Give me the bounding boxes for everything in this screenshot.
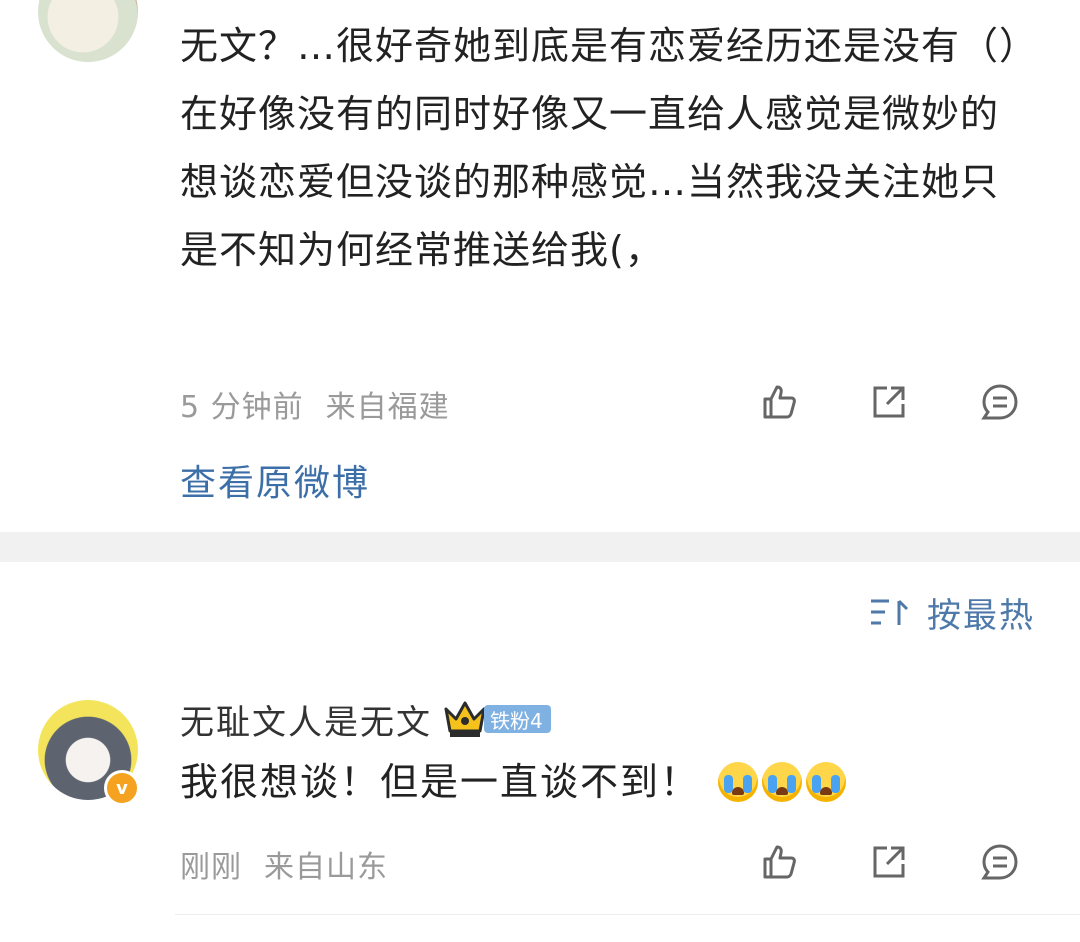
comment-body: 我很想谈！但是一直谈不到！ bbox=[180, 752, 847, 812]
comment-header: 无耻文人是无文 铁粉4 bbox=[180, 695, 551, 744]
comment-icon bbox=[981, 384, 1018, 420]
poster-avatar[interactable] bbox=[38, 0, 138, 62]
like-icon bbox=[763, 845, 796, 879]
verified-badge-icon: v bbox=[104, 770, 140, 806]
crown-icon bbox=[442, 699, 488, 739]
sort-icon bbox=[869, 597, 909, 627]
like-button[interactable] bbox=[757, 380, 801, 424]
crying-emoji-icon bbox=[806, 762, 847, 802]
comment-icon bbox=[981, 844, 1018, 880]
share-button[interactable] bbox=[867, 380, 911, 424]
comment-separator bbox=[175, 914, 1080, 915]
view-original-link[interactable]: 查看原微博 bbox=[180, 454, 370, 506]
sort-label: 按最热 bbox=[927, 595, 1035, 636]
comment-button[interactable] bbox=[978, 380, 1022, 424]
fan-level-badge: 铁粉4 bbox=[484, 705, 551, 733]
share-icon bbox=[873, 846, 905, 878]
comment-reply-button[interactable] bbox=[978, 840, 1022, 884]
sort-button[interactable]: 按最热 bbox=[869, 590, 1035, 636]
post-card: 无文？…很好奇她到底是有恋爱经历还是没有（）在好像没有的同时好像又一直给人感觉是… bbox=[0, 0, 1080, 532]
comment-like-button[interactable] bbox=[757, 840, 801, 884]
commenter-username[interactable]: 无耻文人是无文 bbox=[180, 695, 432, 744]
like-icon bbox=[763, 385, 796, 419]
comment-actions bbox=[0, 840, 1080, 884]
comment-text: 我很想谈！但是一直谈不到！ bbox=[180, 760, 701, 804]
comment-share-button[interactable] bbox=[867, 840, 911, 884]
crying-emoji-icon bbox=[718, 762, 759, 802]
section-divider bbox=[0, 532, 1080, 562]
crying-emoji-icon bbox=[762, 762, 803, 802]
share-icon bbox=[873, 386, 905, 418]
post-actions bbox=[0, 380, 1080, 424]
post-text: 无文？…很好奇她到底是有恋爱经历还是没有（）在好像没有的同时好像又一直给人感觉是… bbox=[180, 24, 1020, 272]
